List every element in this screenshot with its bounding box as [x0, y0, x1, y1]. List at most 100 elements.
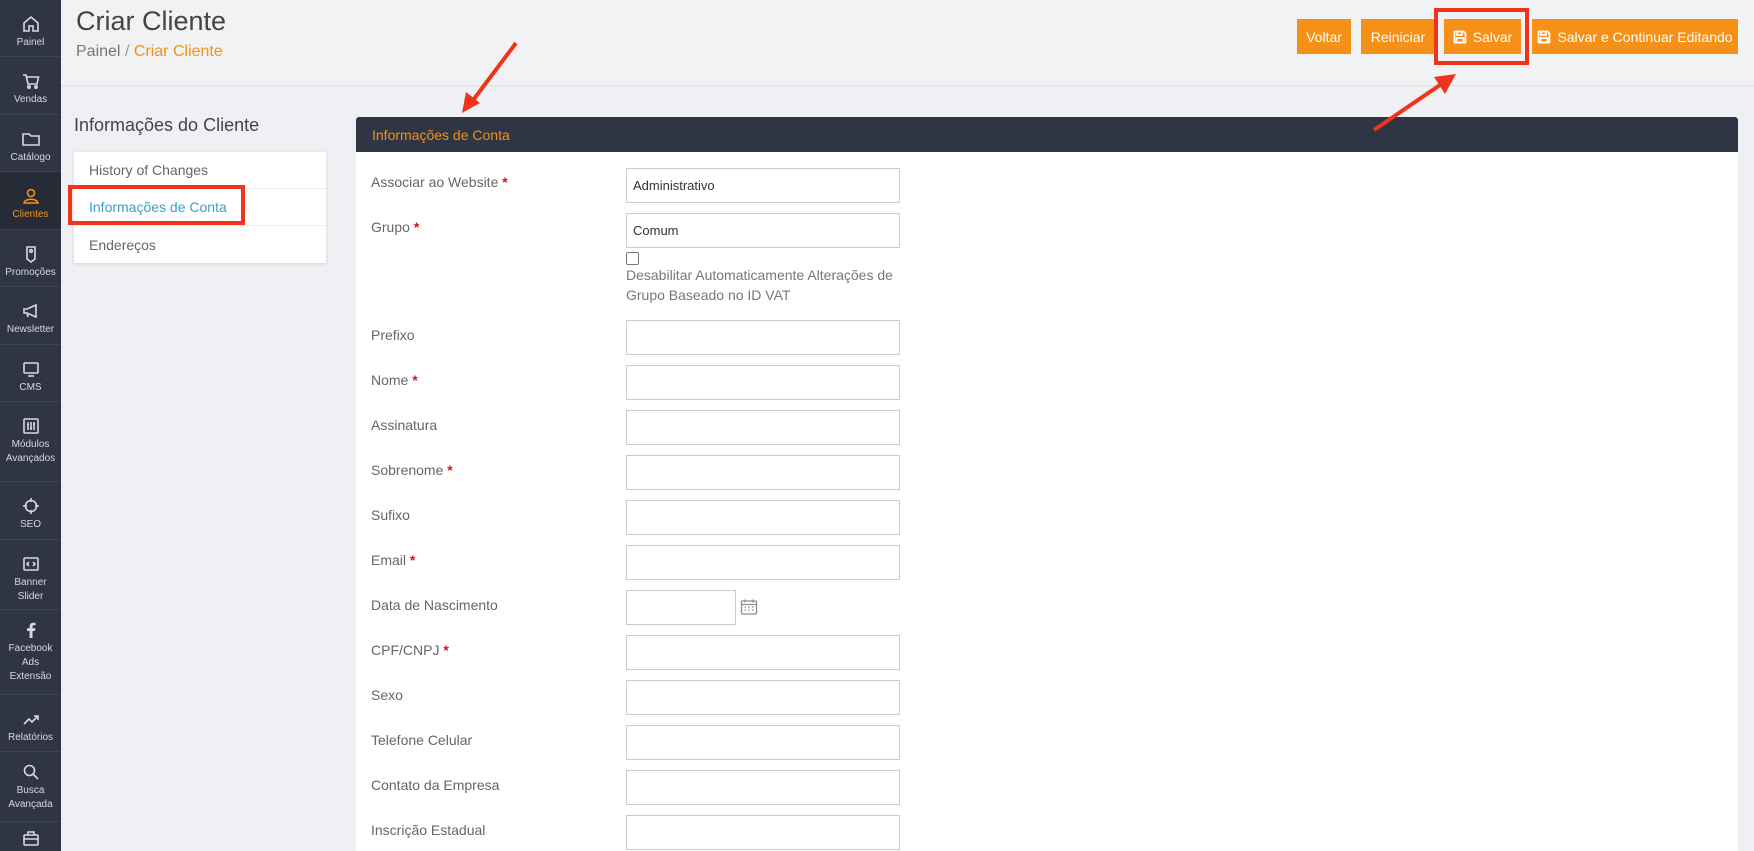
sidebar-item-label: Busca Avançada [8, 785, 53, 810]
last-name-label: Sobrenome * [371, 462, 453, 478]
megaphone-icon [22, 303, 37, 319]
mobile-input[interactable] [626, 725, 900, 760]
first-name-label: Nome * [371, 372, 418, 388]
sidebar-item-painel[interactable]: Painel [0, 0, 61, 57]
sidebar-item-extra[interactable] [0, 822, 61, 851]
email-field[interactable] [626, 545, 900, 580]
breadcrumb-current: Criar Cliente [133, 43, 223, 60]
sliders-icon [22, 418, 39, 434]
save-button-label: Salvar [1472, 28, 1513, 45]
sidebar-item-modulos[interactable]: Módulos Avançados [0, 402, 61, 482]
state-registration-input[interactable] [626, 815, 900, 850]
target-icon [22, 498, 39, 514]
subnav-item-history[interactable]: History of Changes [74, 152, 326, 189]
last-name-label-text: Sobrenome [371, 462, 444, 478]
subnav-item-addresses[interactable]: Endereços [74, 226, 326, 263]
sidebar-item-label: Catálogo [10, 152, 51, 163]
email-label: Email * [371, 552, 415, 568]
sidebar-item-facebook-ads[interactable]: Facebook Ads Extensão [0, 610, 61, 695]
state-registration-label: Inscrição Estadual [371, 822, 486, 838]
cpf-label: CPF/CNPJ * [371, 642, 449, 658]
home-icon [22, 15, 39, 32]
group-label: Grupo * [371, 219, 419, 235]
group-select[interactable] [626, 213, 900, 248]
back-button[interactable]: Voltar [1297, 19, 1351, 54]
website-label: Associar ao Website * [371, 174, 508, 190]
chart-icon [22, 715, 39, 725]
panel-header: Informações de Conta [356, 117, 1738, 152]
sidebar-item-cms[interactable]: CMS [0, 345, 61, 402]
page-header: Criar Cliente Painel / Criar Cliente Vol… [61, 0, 1754, 86]
save-continue-button[interactable]: Salvar e Continuar Editando [1532, 19, 1738, 54]
sidebar-item-label: Relatórios [7, 732, 54, 743]
facebook-icon [26, 622, 35, 638]
dob-label: Data de Nascimento [371, 597, 498, 613]
required-marker: * [443, 642, 449, 658]
breadcrumb-root[interactable]: Painel [76, 43, 120, 60]
required-marker: * [413, 219, 420, 235]
company-contact-input[interactable] [626, 770, 900, 805]
sidebar-item-label: Painel [16, 37, 45, 48]
disable-vat-checkbox[interactable] [626, 252, 639, 265]
save-button[interactable]: Salvar [1444, 19, 1521, 54]
floppy-disk-icon [1453, 30, 1467, 43]
code-icon [22, 557, 39, 571]
disable-vat-label: Desabilitar Automaticamente Alterações d… [626, 267, 893, 303]
customer-info-title: Informações do Cliente [74, 115, 260, 135]
required-marker: * [447, 462, 453, 478]
sidebar-item-busca[interactable]: Busca Avançada [0, 752, 61, 822]
middle-name-label: Assinatura [371, 417, 438, 433]
sidebar-item-label: Promoções [5, 267, 56, 278]
sidebar-item-label: CMS [19, 382, 42, 393]
reset-button[interactable]: Reiniciar [1361, 19, 1435, 54]
suffix-label: Sufixo [371, 507, 410, 523]
sidebar-item-banner-slider[interactable]: Banner Slider [0, 540, 61, 610]
first-name-label-text: Nome [371, 372, 409, 388]
cart-icon [22, 74, 39, 90]
breadcrumb-separator: / [124, 43, 130, 60]
calendar-icon[interactable] [740, 598, 758, 616]
required-marker: * [502, 174, 508, 190]
gender-select[interactable] [626, 680, 900, 715]
website-select[interactable] [626, 168, 900, 203]
sidebar-item-relatorios[interactable]: Relatórios [0, 695, 61, 752]
group-label-text: Grupo [371, 219, 410, 235]
reset-button-label: Reiniciar [1370, 28, 1426, 45]
prefix-label: Prefixo [371, 327, 415, 343]
breadcrumb: Painel / Criar Cliente [76, 43, 223, 61]
search-icon [23, 764, 39, 780]
sidebar-item-clientes[interactable]: Clientes [0, 172, 61, 230]
sidebar-item-newsletter[interactable]: Newsletter [0, 287, 61, 345]
suffix-input[interactable] [626, 500, 900, 535]
middle-name-input[interactable] [626, 410, 900, 445]
annotation-arrowhead-panel [462, 92, 480, 113]
first-name-input[interactable] [626, 365, 900, 400]
sidebar-item-label: SEO [19, 519, 42, 530]
briefcase-icon [22, 831, 39, 846]
cpf-label-text: CPF/CNPJ [371, 642, 440, 658]
email-label-text: Email [371, 552, 407, 568]
company-contact-label: Contato da Empresa [371, 777, 500, 793]
sidebar-item-catalogo[interactable]: Catálogo [0, 115, 61, 172]
customer-subnav: History of Changes Informações de Conta … [74, 152, 326, 263]
website-label-text: Associar ao Website [371, 174, 499, 190]
sidebar-item-label: Clientes [12, 209, 49, 220]
dob-input[interactable] [626, 590, 736, 625]
sidebar-item-seo[interactable]: SEO [0, 482, 61, 540]
page-title: Criar Cliente [76, 6, 227, 36]
prefix-input[interactable] [626, 320, 900, 355]
required-marker: * [409, 552, 416, 568]
subnav-item-account-info[interactable]: Informações de Conta [74, 189, 326, 226]
cpf-input[interactable] [626, 635, 900, 670]
last-name-input[interactable] [626, 455, 900, 490]
sidebar-item-vendas[interactable]: Vendas [0, 57, 61, 115]
folder-icon [21, 133, 40, 146]
sidebar-item-label: Vendas [13, 94, 48, 105]
tag-icon [25, 246, 36, 263]
sidebar-item-label: Newsletter [6, 324, 55, 335]
account-info-panel: Informações de Conta Associar ao Website… [356, 117, 1738, 851]
user-icon [22, 188, 39, 204]
save-continue-button-label: Salvar e Continuar Editando [1557, 28, 1733, 45]
sidebar-item-promocoes[interactable]: Promoções [0, 230, 61, 287]
floppy-disk-icon [1538, 30, 1551, 43]
